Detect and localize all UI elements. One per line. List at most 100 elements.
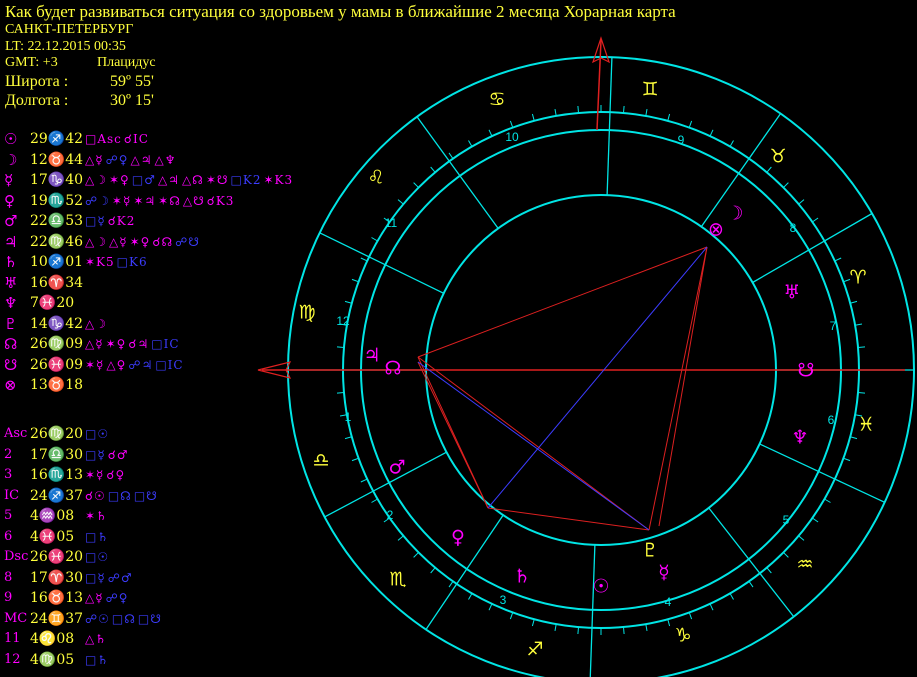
aspect-line	[417, 361, 489, 509]
degree-tick	[709, 129, 714, 137]
degree-tick	[509, 612, 514, 620]
uranus-glyph: ♅	[783, 282, 800, 304]
scorpio-icon: ♏	[389, 569, 406, 591]
degree-tick	[667, 113, 671, 121]
degree-tick	[351, 457, 359, 462]
house-cusp-line	[589, 544, 596, 677]
degree-tick	[812, 517, 819, 523]
house-cusp-line	[324, 451, 447, 518]
south-node-glyph: ☋	[798, 360, 815, 382]
degree-tick	[531, 113, 535, 121]
degree-tick	[554, 623, 557, 632]
degree-tick	[448, 152, 454, 159]
moon-glyph: ☽	[726, 203, 743, 225]
degree-tick	[577, 626, 580, 635]
degree-tick	[645, 623, 648, 632]
degree-tick	[857, 391, 866, 394]
pluto-glyph: ♇	[641, 540, 658, 562]
degree-tick	[488, 129, 493, 137]
degree-tick	[729, 140, 734, 147]
degree-tick	[622, 626, 625, 635]
degree-tick	[783, 182, 789, 188]
degree-tick	[667, 619, 671, 627]
degree-tick	[397, 535, 404, 541]
mc-axis	[596, 39, 602, 131]
house-number-4: 4	[665, 595, 672, 609]
mars-glyph: ♂	[388, 457, 405, 479]
house-number-5: 5	[783, 513, 790, 527]
degree-tick	[622, 105, 625, 114]
degree-tick	[351, 278, 359, 283]
pisces-icon: ♓	[857, 414, 874, 436]
aspect-line	[658, 246, 708, 527]
degree-tick	[824, 498, 831, 503]
sun-glyph: ☉	[592, 576, 609, 598]
house-cusp-line	[416, 116, 499, 229]
house-number-2: 2	[387, 508, 394, 522]
leo-icon: ♌	[367, 167, 384, 189]
degree-tick	[360, 478, 368, 483]
degree-tick	[468, 593, 473, 600]
house-number-6: 6	[828, 413, 835, 427]
aspect-line	[417, 361, 650, 531]
degree-tick	[336, 346, 345, 349]
degree-tick	[688, 612, 693, 620]
jupiter-glyph: ♃	[363, 345, 380, 367]
degree-tick	[834, 257, 842, 262]
degree-tick	[824, 237, 831, 242]
house-cusp-line	[759, 443, 885, 503]
degree-tick	[843, 457, 851, 462]
aries-icon: ♈	[849, 267, 866, 289]
taurus-icon: ♉	[769, 146, 786, 168]
libra-icon: ♎	[312, 450, 329, 472]
degree-tick	[554, 108, 557, 117]
degree-tick	[371, 498, 378, 503]
degree-tick	[360, 257, 368, 262]
house-cusp-line	[319, 232, 444, 294]
house-number-11: 11	[385, 216, 398, 230]
degree-tick	[766, 166, 772, 173]
degree-tick	[645, 108, 648, 117]
house-cusp-line	[708, 507, 795, 618]
house-number-10: 10	[505, 130, 519, 144]
degree-tick	[798, 535, 805, 541]
degree-tick	[577, 105, 580, 114]
degree-tick	[834, 478, 842, 483]
degree-tick	[397, 199, 404, 205]
degree-tick	[729, 593, 734, 600]
degree-tick	[448, 581, 454, 588]
degree-tick	[509, 120, 514, 128]
degree-tick	[413, 182, 419, 188]
house-number-1: 1	[345, 410, 352, 424]
degree-tick	[344, 436, 352, 440]
degree-tick	[850, 436, 858, 440]
degree-tick	[812, 217, 819, 223]
aspect-line	[487, 246, 708, 509]
degree-tick	[430, 166, 436, 173]
fortune-glyph: ⊗	[708, 219, 724, 241]
degree-tick	[413, 552, 419, 558]
capricorn-icon: ♑	[674, 625, 691, 647]
degree-tick	[688, 120, 693, 128]
house-number-3: 3	[500, 593, 507, 607]
degree-tick	[336, 391, 345, 394]
degree-tick	[468, 140, 473, 147]
cancer-icon: ♋	[488, 89, 505, 111]
mercury-glyph: ☿	[658, 562, 670, 584]
saturn-glyph: ♄	[513, 566, 530, 588]
house-number-9: 9	[678, 133, 685, 147]
degree-tick	[766, 567, 772, 574]
degree-tick	[857, 346, 866, 349]
aspect-line	[648, 246, 708, 531]
aspect-lines	[417, 246, 708, 531]
degree-tick	[854, 323, 863, 326]
axis-arrows	[257, 36, 905, 379]
venus-glyph: ♀	[451, 527, 465, 549]
degree-tick	[783, 552, 789, 558]
house-number-12: 12	[336, 314, 350, 328]
degree-tick	[798, 199, 805, 205]
degree-tick	[850, 300, 858, 304]
degree-tick	[488, 603, 493, 611]
gemini-icon: ♊	[641, 79, 658, 101]
degree-tick	[531, 619, 535, 627]
